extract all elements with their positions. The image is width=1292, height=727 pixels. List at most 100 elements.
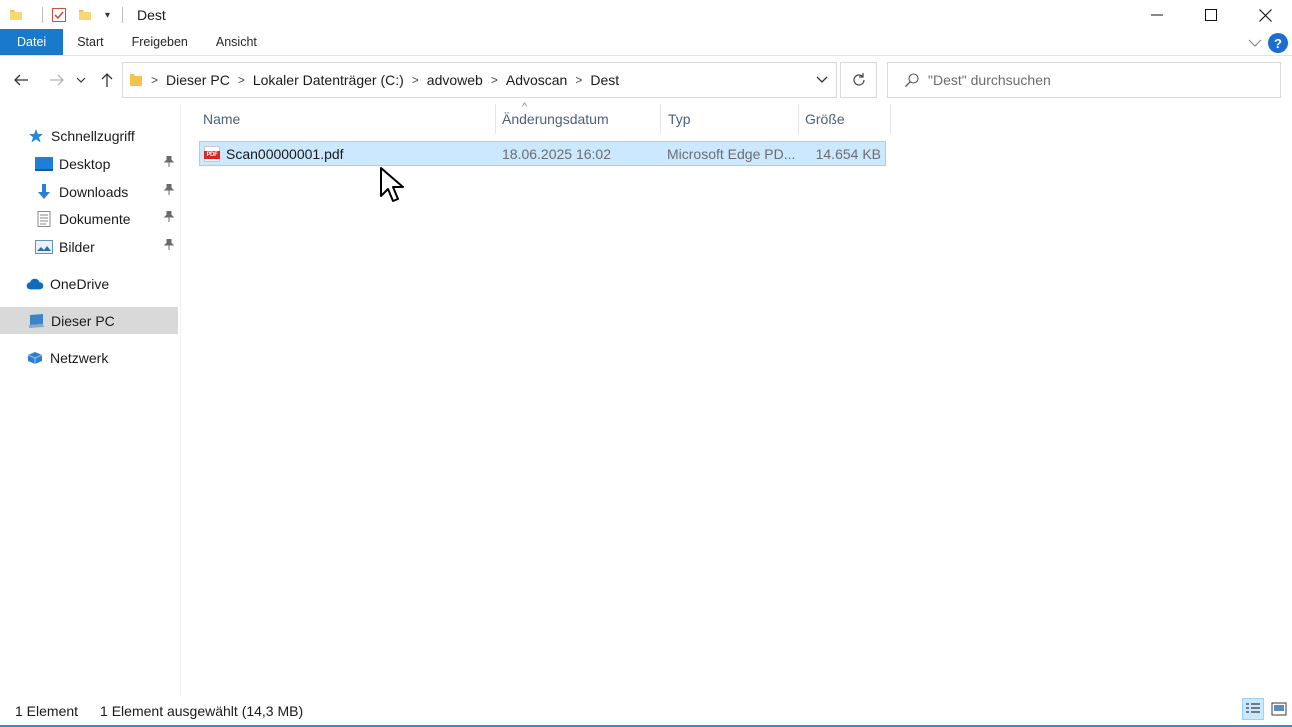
nav-item-label: Downloads xyxy=(59,183,129,200)
new-folder-icon[interactable] xyxy=(77,7,93,23)
pin-icon[interactable] xyxy=(163,238,175,253)
search-input[interactable] xyxy=(928,72,1258,88)
back-button[interactable] xyxy=(10,70,32,90)
folder-icon[interactable] xyxy=(8,7,24,23)
download-arrow-icon xyxy=(35,183,53,200)
nav-item-dokumente[interactable]: Dokumente xyxy=(0,205,178,232)
breadcrumb-separator[interactable]: > xyxy=(575,73,582,87)
network-icon xyxy=(26,350,44,366)
address-history-dropdown[interactable] xyxy=(808,63,836,97)
large-icons-view-button[interactable] xyxy=(1268,698,1290,720)
nav-item-label: Schnellzugriff xyxy=(51,127,135,144)
folder-icon xyxy=(129,72,143,88)
status-bar: 1 Element 1 Element ausgewählt (14,3 MB) xyxy=(0,697,1292,725)
breadcrumb-separator[interactable]: > xyxy=(491,73,498,87)
pdf-file-icon-label: PDF xyxy=(204,150,220,159)
nav-item-schnellzugriff[interactable]: Schnellzugriff xyxy=(0,122,178,149)
search-icon xyxy=(904,72,920,88)
chevron-down-icon xyxy=(76,77,86,83)
recent-locations-button[interactable] xyxy=(73,70,89,90)
item-count: 1 Element xyxy=(15,703,79,719)
search-box[interactable] xyxy=(887,62,1281,98)
file-list: ^ Name Änderungsdatum Typ Größe PDF Scan… xyxy=(182,101,1292,694)
navigation-bar: > Dieser PC > Lokaler Datenträger (C:) >… xyxy=(0,62,1292,98)
computer-icon xyxy=(27,313,45,329)
breadcrumb-separator[interactable]: > xyxy=(412,73,419,87)
expand-ribbon-chevron-icon[interactable] xyxy=(1248,35,1262,51)
properties-check-icon[interactable] xyxy=(51,7,67,23)
view-switcher xyxy=(1242,698,1290,720)
file-type: Microsoft Edge PD... xyxy=(667,145,796,162)
close-icon xyxy=(1258,8,1272,22)
column-header-type[interactable]: Typ xyxy=(661,104,799,134)
back-arrow-icon xyxy=(14,74,28,86)
file-name: Scan00000001.pdf xyxy=(226,145,344,162)
pictures-icon xyxy=(35,239,53,255)
breadcrumb-separator[interactable]: > xyxy=(238,73,245,87)
tab-start[interactable]: Start xyxy=(63,29,117,55)
close-button[interactable] xyxy=(1238,0,1292,30)
help-icon[interactable]: ? xyxy=(1268,33,1288,53)
nav-item-bilder[interactable]: Bilder xyxy=(0,233,178,260)
ribbon-tabs: Datei Start Freigeben Ansicht ? xyxy=(0,29,1292,56)
nav-item-dieser-pc[interactable]: Dieser PC xyxy=(0,307,178,334)
minimize-button[interactable] xyxy=(1130,0,1184,30)
details-view-button[interactable] xyxy=(1242,698,1264,720)
forward-arrow-icon xyxy=(50,74,64,86)
nav-item-downloads[interactable]: Downloads xyxy=(0,178,178,205)
toolbar-divider xyxy=(122,7,124,23)
mouse-cursor-icon xyxy=(380,167,404,202)
pin-icon[interactable] xyxy=(163,183,175,198)
forward-button[interactable] xyxy=(46,70,68,90)
file-row[interactable]: PDF Scan00000001.pdf 18.06.2025 16:02 Mi… xyxy=(199,141,886,166)
breadcrumb-separator[interactable]: > xyxy=(151,73,158,87)
tab-freigeben[interactable]: Freigeben xyxy=(118,29,202,55)
tab-ansicht[interactable]: Ansicht xyxy=(202,29,271,55)
column-header-size[interactable]: Größe xyxy=(798,104,891,134)
chevron-down-icon xyxy=(816,76,828,83)
breadcrumb-item[interactable]: Lokaler Datenträger (C:) xyxy=(253,72,404,88)
tab-datei[interactable]: Datei xyxy=(0,29,64,55)
minimize-icon xyxy=(1151,14,1163,16)
window-controls xyxy=(1130,0,1292,30)
desktop-icon xyxy=(35,156,53,172)
pin-icon[interactable] xyxy=(163,210,175,225)
ribbon-right-controls: ? xyxy=(1248,33,1288,53)
nav-item-label: OneDrive xyxy=(50,275,110,292)
column-header-date[interactable]: Änderungsdatum xyxy=(495,104,661,134)
maximize-icon xyxy=(1205,9,1217,21)
refresh-button[interactable] xyxy=(840,62,877,98)
refresh-icon xyxy=(852,73,865,86)
column-header-label: Typ xyxy=(668,111,691,127)
pdf-file-icon: PDF xyxy=(204,145,220,162)
nav-item-label: Netzwerk xyxy=(50,349,109,366)
qat-customize-dropdown[interactable]: ▾ xyxy=(105,10,110,21)
breadcrumb-item[interactable]: Advoscan xyxy=(506,72,567,88)
title-bar: ▾ Dest xyxy=(0,0,1292,30)
column-header-label: Name xyxy=(203,111,241,127)
maximize-button[interactable] xyxy=(1184,0,1238,30)
pin-icon[interactable] xyxy=(163,155,175,170)
breadcrumb-item[interactable]: Dest xyxy=(590,72,619,88)
window-title: Dest xyxy=(137,7,166,23)
breadcrumb-item[interactable]: Dieser PC xyxy=(166,72,230,88)
breadcrumb: > Dieser PC > Lokaler Datenträger (C:) >… xyxy=(123,63,808,97)
address-bar[interactable]: > Dieser PC > Lokaler Datenträger (C:) >… xyxy=(122,62,837,98)
star-icon xyxy=(27,128,45,144)
breadcrumb-item[interactable]: advoweb xyxy=(427,72,483,88)
toolbar-divider xyxy=(42,7,43,23)
cloud-icon xyxy=(26,276,44,292)
column-header-label: Änderungsdatum xyxy=(502,111,609,127)
column-header-name[interactable]: Name xyxy=(196,104,496,134)
file-date: 18.06.2025 16:02 xyxy=(502,145,611,162)
quick-access-toolbar: ▾ xyxy=(0,0,131,30)
up-button[interactable] xyxy=(96,70,118,90)
nav-item-label: Desktop xyxy=(59,155,111,172)
selection-info: 1 Element ausgewählt (14,3 MB) xyxy=(100,703,304,719)
large-icons-view-icon xyxy=(1271,702,1287,716)
nav-item-label: Bilder xyxy=(59,238,95,255)
nav-item-netzwerk[interactable]: Netzwerk xyxy=(0,344,178,371)
nav-item-onedrive[interactable]: OneDrive xyxy=(0,270,178,297)
nav-item-desktop[interactable]: Desktop xyxy=(0,150,178,177)
details-view-icon xyxy=(1246,703,1260,713)
